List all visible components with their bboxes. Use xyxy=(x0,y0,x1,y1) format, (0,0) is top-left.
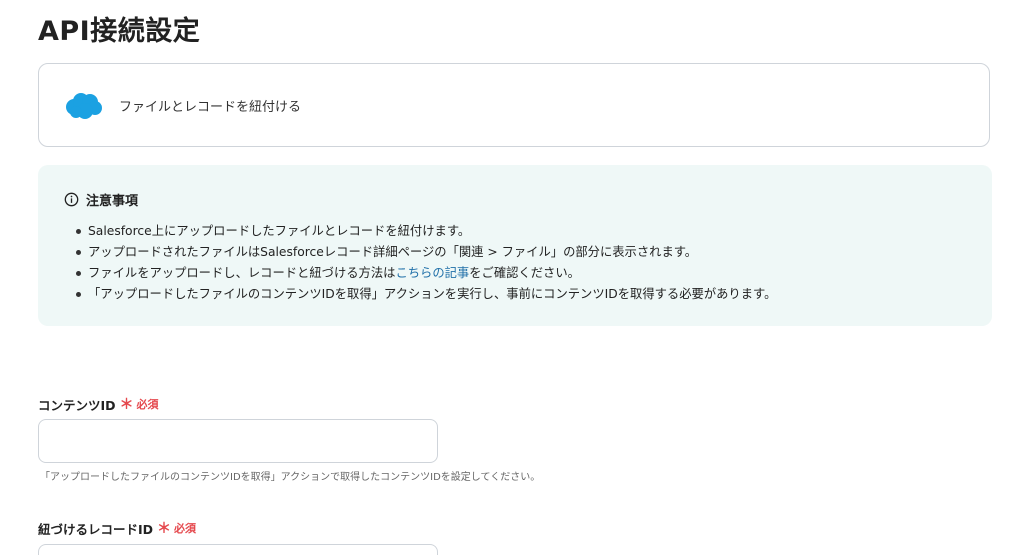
page-title: API接続設定 xyxy=(38,16,201,47)
required-badge: 必須 xyxy=(174,522,197,535)
notice-item-text: ファイルをアップロードし、レコードと紐づける方法は xyxy=(88,266,396,280)
notice-item: Salesforce上にアップロードしたファイルとレコードを紐付けます。 xyxy=(76,221,967,242)
notice-item-text: をご確認ください。 xyxy=(469,266,580,280)
required-star-icon: ＊ xyxy=(157,521,172,537)
content-id-label-text: コンテンツID xyxy=(38,397,116,413)
notice-box: 注意事項 Salesforce上にアップロードしたファイルとレコードを紐付けます… xyxy=(38,165,992,326)
article-link[interactable]: こちらの記事 xyxy=(395,266,469,280)
required-star-icon: ＊ xyxy=(119,397,134,413)
action-label: ファイルとレコードを紐付ける xyxy=(119,99,302,115)
content-id-input[interactable] xyxy=(38,419,438,463)
notice-item-text: 「アップロードしたファイルのコンテンツIDを取得」アクションを実行し、事前にコン… xyxy=(88,287,777,301)
notice-item: アップロードされたファイルはSalesforceレコード詳細ページの「関連 > … xyxy=(76,242,967,263)
notice-item: 「アップロードしたファイルのコンテンツIDを取得」アクションを実行し、事前にコン… xyxy=(76,284,967,305)
notice-list: Salesforce上にアップロードしたファイルとレコードを紐付けます。 アップ… xyxy=(64,221,967,305)
required-badge: 必須 xyxy=(136,398,159,411)
notice-heading: 注意事項 xyxy=(86,194,139,209)
notice-item-text: アップロードされたファイルはSalesforceレコード詳細ページの「関連 > … xyxy=(88,245,698,259)
content-id-help: 「アップロードしたファイルのコンテンツIDを取得」アクションで取得したコンテンツ… xyxy=(40,472,541,483)
record-id-input[interactable] xyxy=(38,544,438,555)
api-settings-page: API接続設定 ファイルとレコードを紐付ける 注意事項 Salesforce上に… xyxy=(0,0,1024,555)
notice-header: 注意事項 xyxy=(64,190,967,209)
action-card: ファイルとレコードを紐付ける xyxy=(38,63,990,147)
content-id-label: コンテンツID ＊ 必須 xyxy=(38,394,159,414)
info-icon xyxy=(64,192,79,207)
record-id-label: 紐づけるレコードID ＊ 必須 xyxy=(38,518,196,538)
record-id-label-text: 紐づけるレコードID xyxy=(38,521,154,537)
notice-item-text: Salesforce上にアップロードしたファイルとレコードを紐付けます。 xyxy=(88,224,471,238)
salesforce-cloud-icon xyxy=(66,93,102,119)
notice-item: ファイルをアップロードし、レコードと紐づける方法はこちらの記事をご確認ください。 xyxy=(76,263,967,284)
